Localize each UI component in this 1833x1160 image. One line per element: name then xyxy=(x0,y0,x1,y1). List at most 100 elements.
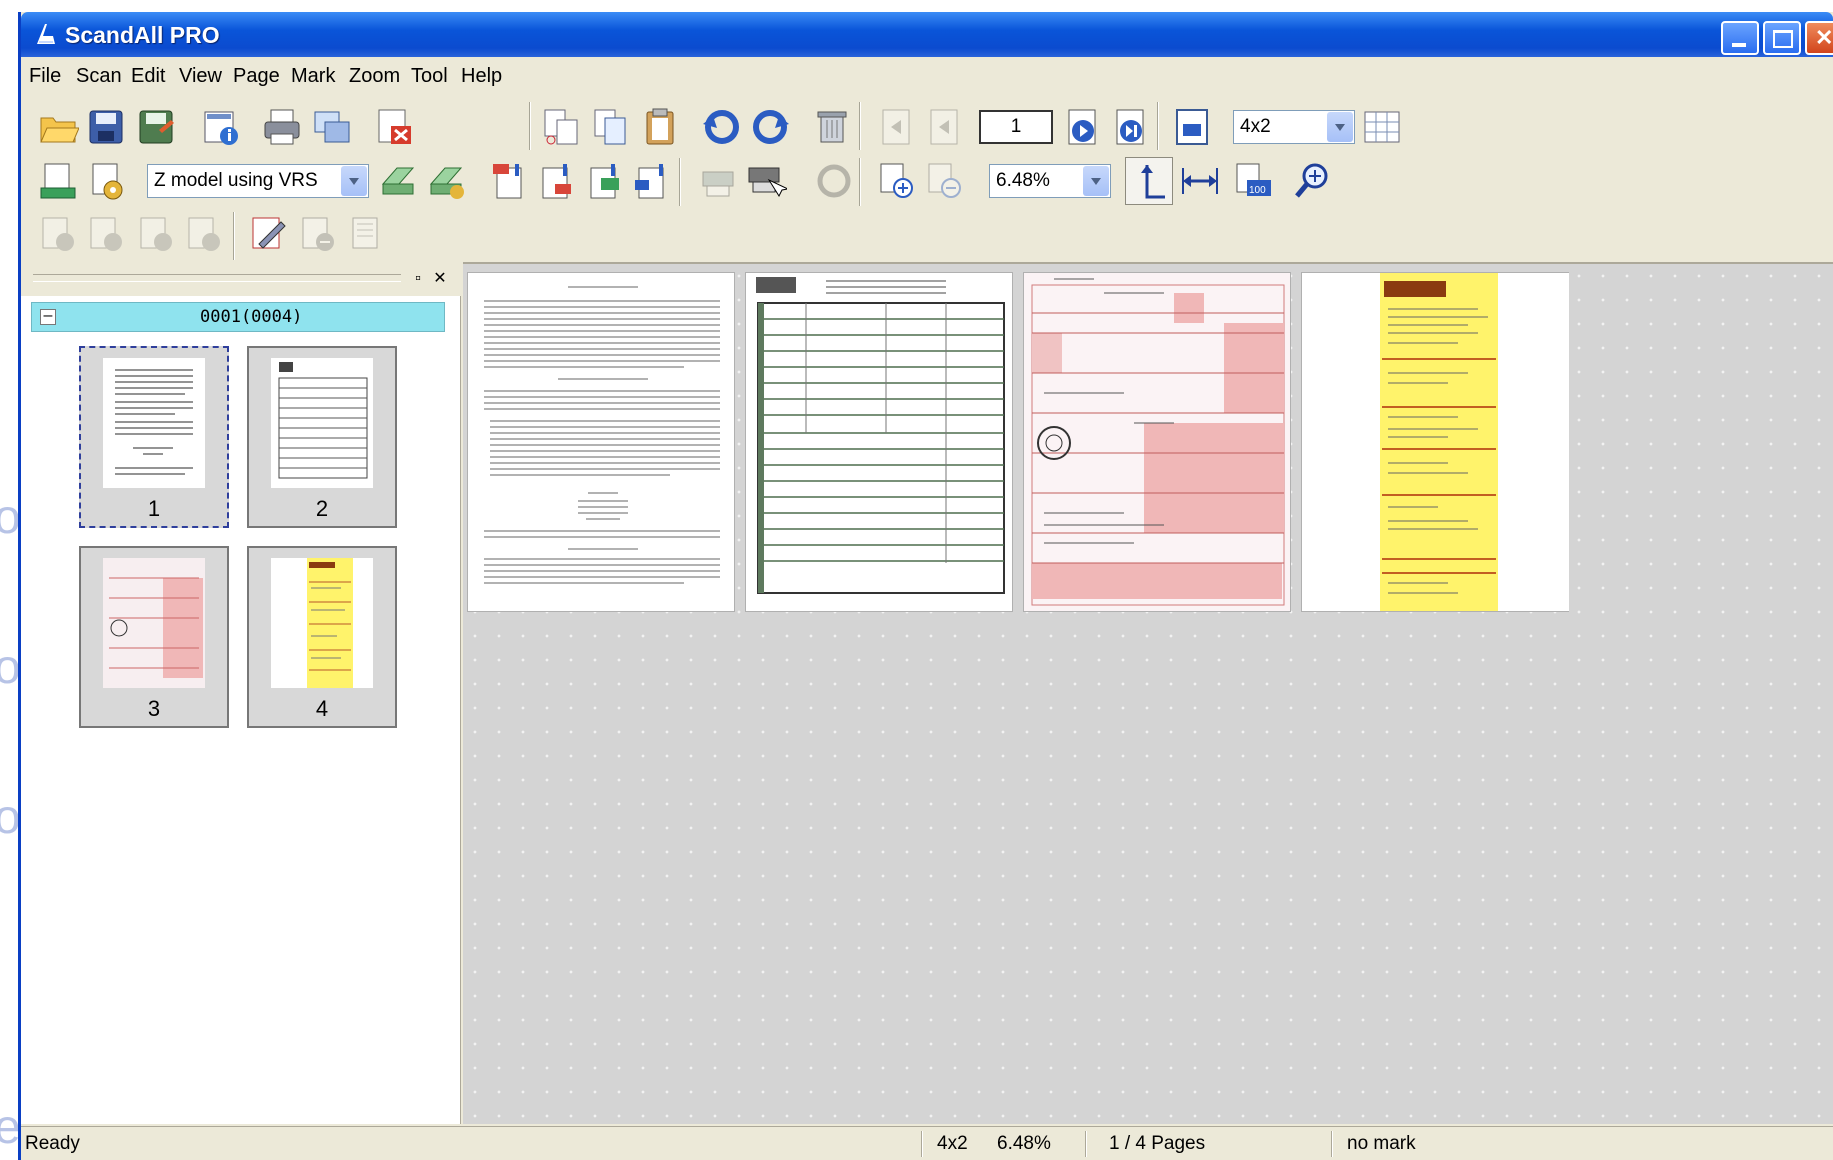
set-mark-icon[interactable] xyxy=(247,214,289,256)
close-document-icon[interactable] xyxy=(373,106,415,148)
insert-page-before-icon[interactable] xyxy=(487,160,529,202)
menu-tool[interactable]: Tool xyxy=(411,65,448,88)
insert-page-after-icon[interactable] xyxy=(535,160,577,202)
menu-help[interactable]: Help xyxy=(461,65,502,88)
document-page[interactable] xyxy=(467,272,735,612)
menu-file[interactable]: File xyxy=(29,65,61,88)
status-bar: Ready 4x2 6.48% 1 / 4 Pages no mark xyxy=(21,1126,1833,1160)
scan-select-icon[interactable] xyxy=(745,160,787,202)
last-page-icon[interactable] xyxy=(1109,106,1151,148)
mark-list-icon[interactable] xyxy=(347,214,389,256)
thumbnail-label: 4 xyxy=(315,696,329,721)
toolbar-row-main: 1 4x2 xyxy=(21,98,1833,154)
thumbnail-image xyxy=(271,558,373,688)
status-pages: 1 / 4 Pages xyxy=(1109,1133,1206,1154)
zoom-select[interactable]: 6.48% xyxy=(989,164,1111,198)
next-mark-icon[interactable] xyxy=(135,214,177,256)
toolbar-separator xyxy=(859,102,861,150)
menu-zoom[interactable]: Zoom xyxy=(349,65,400,88)
document-viewer[interactable] xyxy=(463,262,1833,1124)
document-page-image xyxy=(1024,273,1290,611)
page-view-icon[interactable] xyxy=(1171,106,1213,148)
open-folder-icon[interactable] xyxy=(37,106,79,148)
menu-scan[interactable]: Scan xyxy=(76,65,122,88)
append-page-icon[interactable] xyxy=(631,160,673,202)
chevron-down-icon[interactable] xyxy=(341,166,367,196)
zoom-in-page-icon[interactable] xyxy=(875,160,917,202)
toolbar-separator xyxy=(233,212,235,260)
cut-page-icon[interactable] xyxy=(539,106,581,148)
previous-page-icon[interactable] xyxy=(923,106,965,148)
minimize-button[interactable] xyxy=(1721,21,1759,55)
fit-height-icon xyxy=(1141,165,1165,199)
scan-icon[interactable] xyxy=(37,160,79,202)
close-panel-icon[interactable]: ✕ xyxy=(431,270,449,288)
actual-size-icon[interactable]: 100 xyxy=(1231,160,1273,202)
layout-select-value: 4x2 xyxy=(1240,116,1271,137)
status-zoom: 6.48% xyxy=(997,1133,1051,1154)
scan-profile-select[interactable]: Z model using VRS xyxy=(147,164,369,198)
rotate-left-icon[interactable] xyxy=(701,106,743,148)
menu-page[interactable]: Page xyxy=(233,65,280,88)
close-button[interactable]: ✕ xyxy=(1805,21,1833,55)
remove-mark-icon[interactable] xyxy=(297,214,339,256)
thumbnail-label: 3 xyxy=(147,696,161,721)
recycle-icon[interactable] xyxy=(813,160,855,202)
copy-page-icon[interactable] xyxy=(589,106,631,148)
thumbnail-page[interactable]: 2 xyxy=(247,346,397,528)
next-page-icon[interactable] xyxy=(1061,106,1103,148)
last-mark-icon[interactable] xyxy=(183,214,225,256)
collapse-icon[interactable]: – xyxy=(40,308,56,325)
delete-page-icon[interactable] xyxy=(811,106,853,148)
thumbnail-grid-icon[interactable] xyxy=(1361,106,1403,148)
print-preview-icon[interactable] xyxy=(311,106,353,148)
document-page[interactable] xyxy=(745,272,1013,612)
rotate-right-icon[interactable] xyxy=(749,106,791,148)
chevron-down-icon[interactable] xyxy=(1327,112,1353,142)
magnifier-icon[interactable] xyxy=(1291,160,1333,202)
toolbar-separator xyxy=(529,102,531,150)
fit-height-button[interactable] xyxy=(1125,157,1173,205)
document-page-image xyxy=(756,277,1005,594)
scanner-settings-icon[interactable] xyxy=(425,160,467,202)
first-page-icon[interactable] xyxy=(875,106,917,148)
zoom-select-value: 6.48% xyxy=(996,170,1050,191)
thumbnail-page[interactable]: 4 xyxy=(247,546,397,728)
thumbnail-page[interactable]: 3 xyxy=(79,546,229,728)
replace-page-icon[interactable] xyxy=(583,160,625,202)
menu-mark[interactable]: Mark xyxy=(291,65,335,88)
scan-settings-icon[interactable] xyxy=(85,160,127,202)
batch-group-label: 0001(0004) xyxy=(200,307,303,327)
restore-panel-icon[interactable]: ▫ xyxy=(409,270,427,288)
paste-page-icon[interactable] xyxy=(639,106,681,148)
fit-width-icon[interactable] xyxy=(1179,160,1221,202)
document-page[interactable] xyxy=(1301,272,1569,612)
panel-splitter[interactable] xyxy=(33,274,401,282)
menu-edit[interactable]: Edit xyxy=(131,65,165,88)
desktop-background: o o o e xyxy=(0,0,21,1160)
title-bar[interactable]: ScandAll PRO ✕ xyxy=(21,12,1833,57)
menu-view[interactable]: View xyxy=(179,65,222,88)
status-separator xyxy=(1331,1131,1333,1157)
status-layout: 4x2 xyxy=(937,1133,968,1154)
chevron-down-icon[interactable] xyxy=(1083,166,1109,196)
layout-select[interactable]: 4x2 xyxy=(1233,110,1355,144)
document-page[interactable] xyxy=(1023,272,1291,612)
batch-group-header[interactable]: – 0001(0004) xyxy=(31,302,445,332)
toolbar-row-scan: Z model using VRS 6.48% 100 xyxy=(21,154,1833,210)
thumbnail-page[interactable]: 1 xyxy=(79,346,229,528)
page-number-input[interactable]: 1 xyxy=(979,110,1053,144)
app-window: ScandAll PRO ✕ File Scan Edit View Page … xyxy=(18,12,1833,1160)
page-number-value: 1 xyxy=(1010,116,1022,137)
previous-mark-icon[interactable] xyxy=(85,214,127,256)
save-as-icon[interactable] xyxy=(135,106,177,148)
maximize-button[interactable] xyxy=(1763,21,1801,55)
zoom-out-page-icon[interactable] xyxy=(923,160,965,202)
scanner-icon[interactable] xyxy=(377,160,419,202)
print-icon[interactable] xyxy=(261,106,303,148)
batch-scan-icon[interactable] xyxy=(697,160,739,202)
first-mark-icon[interactable] xyxy=(37,214,79,256)
save-icon[interactable] xyxy=(85,106,127,148)
thumbnail-image xyxy=(271,358,373,488)
document-info-icon[interactable] xyxy=(199,106,241,148)
